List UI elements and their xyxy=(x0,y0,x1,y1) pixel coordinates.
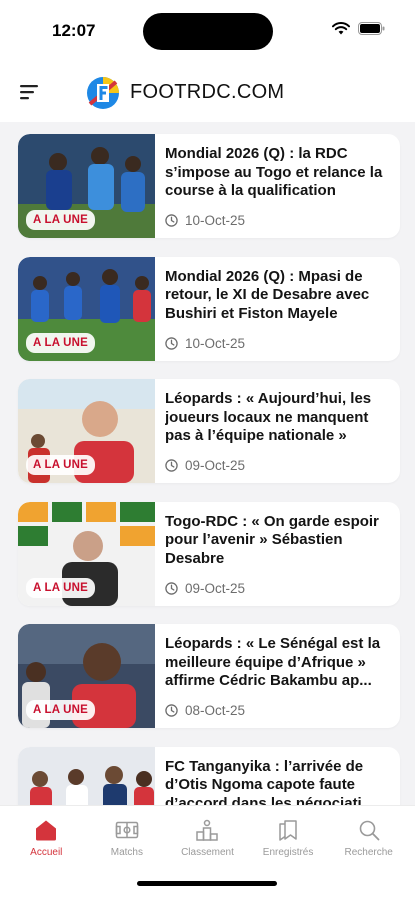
home-indicator[interactable] xyxy=(137,881,277,886)
status-bar: 12:07 xyxy=(0,0,415,62)
article-thumbnail: A LA UNE xyxy=(18,501,155,606)
article-title: Léopards : « Aujourd’hui, les joueurs lo… xyxy=(165,390,372,444)
footrdc-logo xyxy=(87,77,119,109)
wifi-icon xyxy=(332,22,350,35)
app-header: FOOTRDC.COM xyxy=(0,62,415,122)
article-list: A LA UNE Mondial 2026 (Q) : la RDC s’imp… xyxy=(18,134,400,869)
article-date-row: 10-Oct-25 xyxy=(165,336,245,351)
tab-matches[interactable]: Matchs xyxy=(87,806,167,858)
clock-icon xyxy=(165,459,178,472)
article-date: 10-Oct-25 xyxy=(185,335,246,351)
article-date-row: 09-Oct-25 xyxy=(165,458,245,473)
headline-badge: A LA UNE xyxy=(26,700,96,720)
home-icon xyxy=(36,820,57,841)
article-thumbnail: A LA UNE xyxy=(18,624,155,728)
article-title: Mondial 2026 (Q) : Mpasi de retour, le X… xyxy=(165,267,370,322)
tab-standings[interactable]: Classement xyxy=(167,806,247,858)
article-date: 10-Oct-25 xyxy=(185,213,246,228)
clock-icon xyxy=(165,214,178,227)
status-time: 12:07 xyxy=(52,21,96,40)
pitch-icon xyxy=(115,821,139,839)
bookmark-icon xyxy=(279,820,297,841)
article-date: 09-Oct-25 xyxy=(185,458,246,473)
tab-label: Recherche xyxy=(344,847,393,858)
clock-icon xyxy=(165,336,178,350)
clock-icon xyxy=(165,581,178,595)
tab-saved[interactable]: Enregistrés xyxy=(248,806,328,858)
article-title: Togo-RDC : « On garde espoir pour l’aven… xyxy=(165,512,379,567)
article-card[interactable]: A LA UNE Léopards : « Aujourd’hui, les j… xyxy=(18,379,400,483)
article-thumbnail: A LA UNE xyxy=(18,379,155,483)
clock-icon xyxy=(165,704,178,717)
brand-title: FOOTRDC.COM xyxy=(130,81,285,103)
search-icon xyxy=(359,820,380,841)
tab-label: Enregistrés xyxy=(262,847,314,858)
headline-badge: A LA UNE xyxy=(26,455,96,475)
article-card[interactable]: A LA UNE Léopards : « Le Sénégal est la … xyxy=(18,624,400,728)
article-card[interactable]: A LA UNE Mondial 2026 (Q) : la RDC s’imp… xyxy=(18,134,400,238)
tab-label: Matchs xyxy=(110,847,143,858)
article-date-row: 08-Oct-25 xyxy=(165,703,245,718)
podium-icon xyxy=(196,819,219,841)
headline-badge: A LA UNE xyxy=(26,210,96,230)
tab-home[interactable]: Accueil xyxy=(6,806,86,858)
article-card[interactable]: A LA UNE Mondial 2026 (Q) : Mpasi de ret… xyxy=(18,256,400,361)
menu-icon[interactable] xyxy=(18,82,42,102)
status-icons xyxy=(332,22,385,35)
tab-search[interactable]: Recherche xyxy=(329,806,409,858)
bottom-tab-bar: Accueil Matchs Classement Enregistrés Re… xyxy=(0,805,415,900)
headline-badge: A LA UNE xyxy=(26,332,96,353)
article-thumbnail: A LA UNE xyxy=(18,256,155,361)
article-date-row: 10-Oct-25 xyxy=(165,213,245,228)
article-thumbnail: A LA UNE xyxy=(18,134,155,238)
article-date: 08-Oct-25 xyxy=(185,703,246,718)
tab-label: Classement xyxy=(181,847,234,858)
dynamic-island xyxy=(143,13,273,50)
article-date-row: 09-Oct-25 xyxy=(165,581,245,596)
article-card[interactable]: A LA UNE Togo-RDC : « On garde espoir po… xyxy=(18,501,400,606)
article-title: Mondial 2026 (Q) : la RDC s’impose au To… xyxy=(165,145,383,199)
headline-badge: A LA UNE xyxy=(26,577,96,598)
article-date: 09-Oct-25 xyxy=(185,580,246,596)
article-title: Léopards : « Le Sénégal est la meilleure… xyxy=(165,635,381,689)
tab-label: Accueil xyxy=(30,847,63,858)
battery-icon xyxy=(358,22,385,35)
